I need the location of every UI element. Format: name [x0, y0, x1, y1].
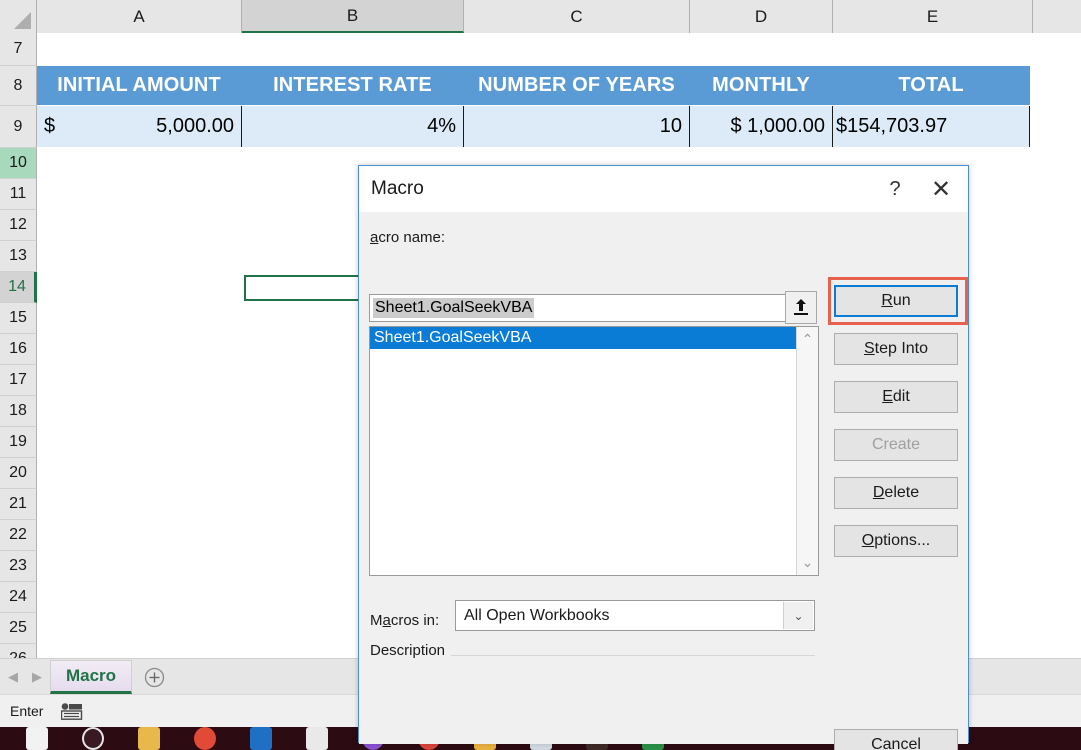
help-icon[interactable]: ? — [872, 167, 918, 211]
scroll-down-icon[interactable]: ⌄ — [802, 554, 814, 571]
row-8-cells: INITIAL AMOUNT INTEREST RATE NUMBER OF Y… — [37, 66, 1081, 106]
row-header-25[interactable]: 25 — [0, 613, 37, 644]
macro-list-scrollbar[interactable]: ⌃ ⌄ — [796, 327, 818, 575]
cell-c9-number-of-years[interactable]: 10 — [464, 106, 690, 147]
row-header-19[interactable]: 19 — [0, 427, 37, 458]
run-button[interactable]: Run — [834, 285, 958, 317]
status-mode-label: Enter — [10, 703, 44, 719]
row-header-8[interactable]: 8 — [0, 66, 37, 106]
sheet-nav-arrows: ◀ ▶ — [0, 658, 50, 694]
accessibility-icon[interactable] — [61, 702, 83, 720]
dialog-body: acro name: Sheet1.GoalSeekVBA Sheet1.Goa… — [359, 212, 968, 750]
macro-list-items: Sheet1.GoalSeekVBA — [370, 327, 796, 575]
grid-row-8: 8 INITIAL AMOUNT INTEREST RATE NUMBER OF… — [0, 66, 1081, 106]
column-header-b[interactable]: B — [242, 0, 464, 33]
scroll-up-icon[interactable]: ⌃ — [802, 331, 814, 348]
row-header-15[interactable]: 15 — [0, 303, 37, 334]
table-header-monthly[interactable]: MONTHLY — [690, 66, 833, 105]
table-header-number-of-years[interactable]: NUMBER OF YEARS — [464, 66, 690, 105]
column-header-c[interactable]: C — [464, 0, 690, 33]
delete-button[interactable]: Delete — [834, 477, 958, 509]
row-header-18[interactable]: 18 — [0, 396, 37, 427]
sheet-prev-icon[interactable]: ◀ — [8, 670, 18, 683]
macros-in-label: Macros in: — [370, 612, 440, 629]
cell-b9-interest-rate[interactable]: 4% — [242, 106, 464, 147]
taskbar-icon-browser[interactable] — [194, 727, 216, 750]
column-header-a[interactable]: A — [37, 0, 242, 33]
dialog-title-bar: Macro ? ✕ — [359, 166, 968, 212]
macro-name-value: Sheet1.GoalSeekVBA — [373, 298, 535, 318]
sheet-tab-macro[interactable]: Macro — [50, 660, 132, 694]
taskbar-icon-notes[interactable] — [306, 727, 328, 750]
row-header-21[interactable]: 21 — [0, 489, 37, 520]
step-into-button[interactable]: Step Into — [834, 333, 958, 365]
table-header-total[interactable]: TOTAL — [833, 66, 1030, 105]
grid-row-9: 9 $ 5,000.00 4% 10 $ 1,000.00 $154,703.9… — [0, 106, 1081, 148]
table-header-interest-rate[interactable]: INTEREST RATE — [242, 66, 464, 105]
cell-a9-number: 5,000.00 — [156, 115, 234, 137]
macro-dialog: Macro ? ✕ acro name: Sheet1.GoalSeekVBA … — [358, 165, 969, 750]
upload-macro-icon[interactable] — [785, 291, 817, 324]
column-header-row: A B C D E — [0, 0, 1081, 33]
row-7-cells[interactable] — [37, 33, 1081, 66]
row-header-16[interactable]: 16 — [0, 334, 37, 365]
excel-window: A B C D E 7 8 INITIAL AMOUNT INTEREST RA… — [0, 0, 1081, 750]
row-header-20[interactable]: 20 — [0, 458, 37, 489]
row-header-7[interactable]: 7 — [0, 33, 37, 66]
row-header-12[interactable]: 12 — [0, 210, 37, 241]
run-button-wrapper: Run — [828, 277, 968, 325]
cell-d9-monthly[interactable]: $ 1,000.00 — [690, 106, 833, 147]
taskbar-icon-files[interactable] — [138, 727, 160, 750]
macros-in-value: All Open Workbooks — [464, 606, 610, 624]
add-sheet-icon[interactable] — [132, 660, 176, 694]
chevron-down-icon[interactable]: ⌄ — [783, 602, 813, 629]
options-button[interactable]: Options... — [834, 525, 958, 557]
taskbar-icon-search[interactable] — [82, 727, 104, 750]
dialog-button-column: Run Step Into Edit Create Delete Options… — [828, 277, 968, 573]
macros-in-dropdown[interactable]: All Open Workbooks ⌄ — [455, 600, 815, 631]
sheet-next-icon[interactable]: ▶ — [32, 670, 42, 683]
dialog-title: Macro — [371, 178, 424, 199]
close-icon[interactable]: ✕ — [918, 167, 964, 211]
column-header-e[interactable]: E — [833, 0, 1033, 33]
row-header-22[interactable]: 22 — [0, 520, 37, 551]
row-9-cells: $ 5,000.00 4% 10 $ 1,000.00 $154,703.97 — [37, 106, 1081, 148]
row-header-17[interactable]: 17 — [0, 365, 37, 396]
row-header-9[interactable]: 9 — [0, 106, 37, 148]
taskbar-icon-store[interactable] — [250, 727, 272, 750]
column-header-d[interactable]: D — [690, 0, 833, 33]
select-all-corner[interactable] — [0, 0, 37, 33]
row-header-10[interactable]: 10 — [0, 148, 37, 179]
row-header-24[interactable]: 24 — [0, 582, 37, 613]
table-header-initial-amount[interactable]: INITIAL AMOUNT — [37, 66, 242, 105]
currency-symbol: $ — [44, 115, 56, 137]
macro-name-input[interactable]: Sheet1.GoalSeekVBA — [369, 294, 799, 322]
description-label: Description — [370, 642, 446, 659]
cell-a9-initial-amount[interactable]: $ 5,000.00 — [37, 106, 242, 147]
plus-circle-icon — [144, 667, 164, 687]
grid-row-7: 7 — [0, 33, 1081, 66]
cancel-button[interactable]: Cancel — [834, 729, 958, 750]
create-button: Create — [834, 429, 958, 461]
cell-e9-total[interactable]: $154,703.97 — [833, 106, 1030, 147]
macro-list[interactable]: Sheet1.GoalSeekVBA ⌃ ⌄ — [369, 326, 819, 576]
macro-name-label: acro name: — [370, 229, 446, 246]
taskbar-icon-start[interactable] — [26, 727, 48, 750]
row-header-14[interactable]: 14 — [0, 272, 37, 303]
edit-button[interactable]: Edit — [834, 381, 958, 413]
row-header-23[interactable]: 23 — [0, 551, 37, 582]
description-divider — [451, 655, 815, 656]
list-item[interactable]: Sheet1.GoalSeekVBA — [370, 327, 796, 349]
row-header-13[interactable]: 13 — [0, 241, 37, 272]
row-header-11[interactable]: 11 — [0, 179, 37, 210]
column-header-overflow — [1033, 0, 1081, 33]
